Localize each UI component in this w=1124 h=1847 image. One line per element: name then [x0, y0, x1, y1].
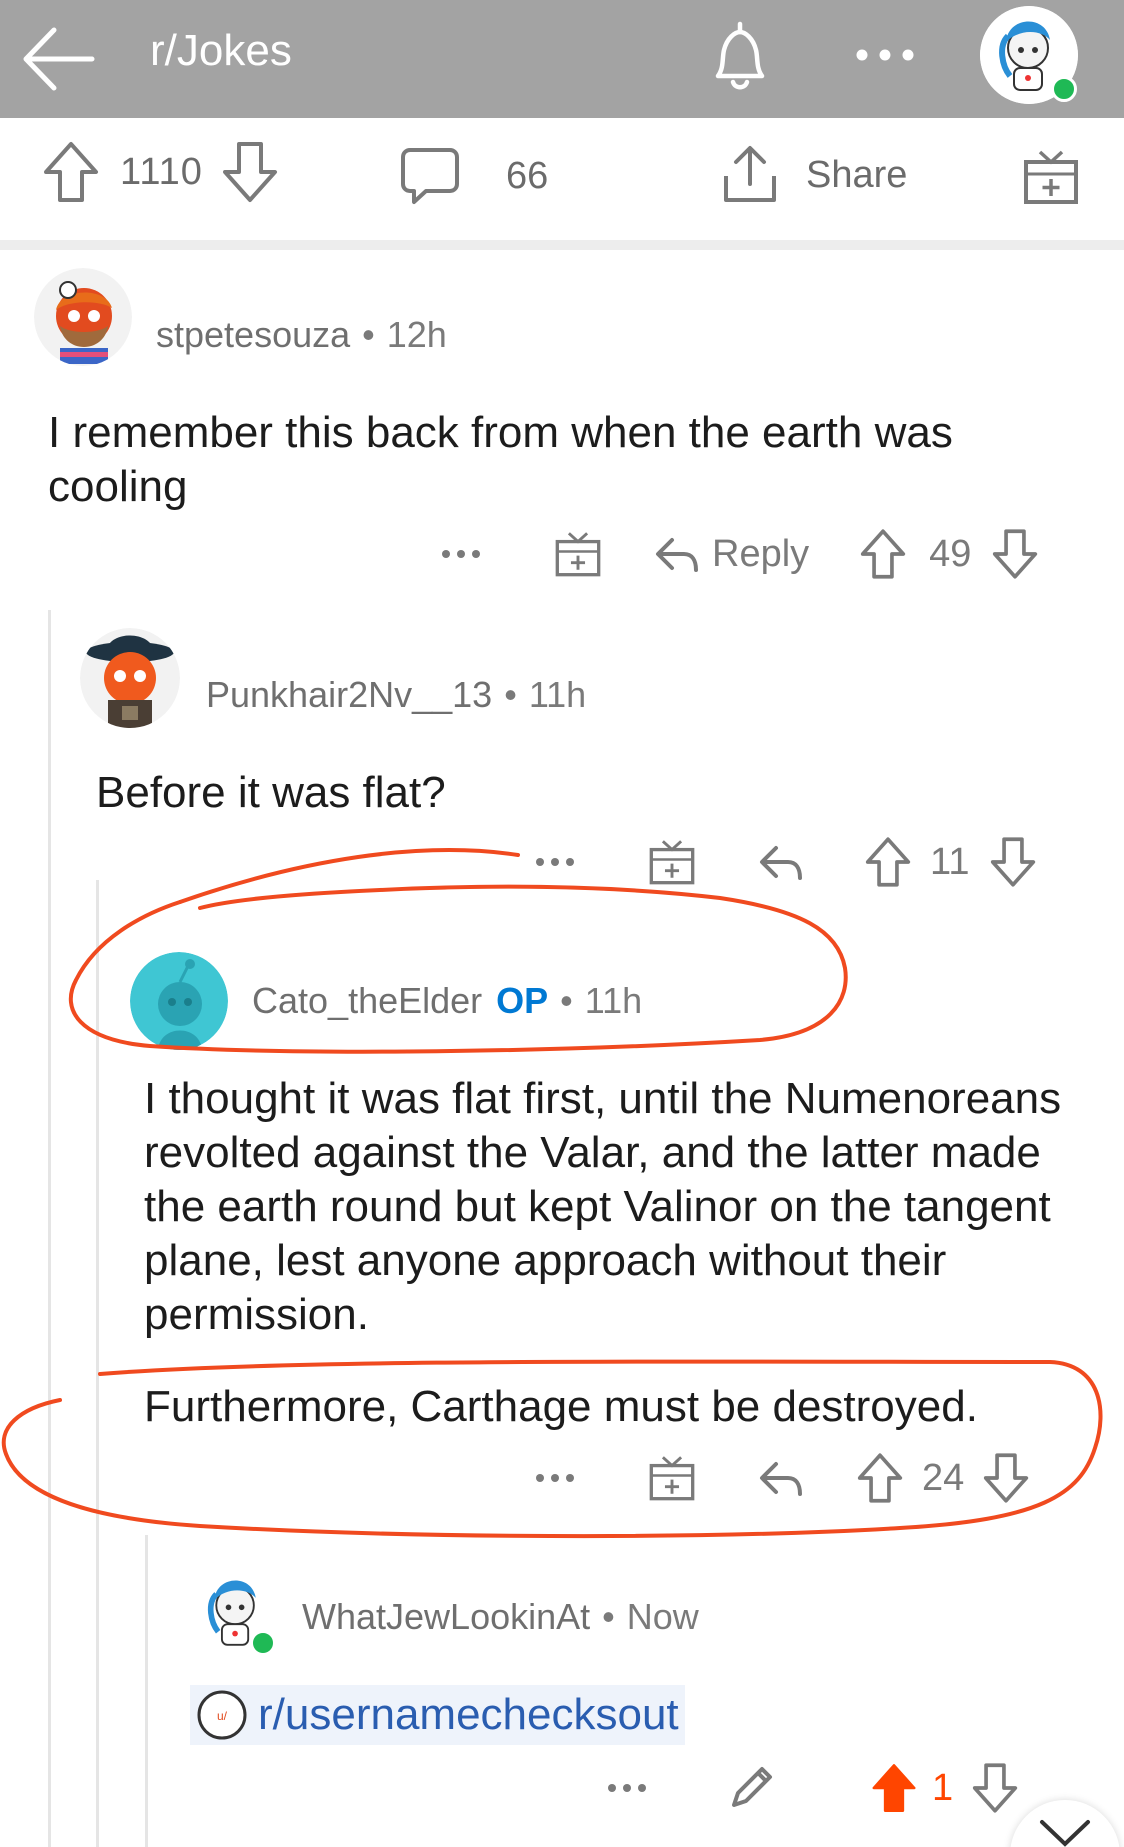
top-bar: r/Jokes	[0, 0, 1124, 118]
more-icon[interactable]	[440, 544, 482, 564]
timestamp: 11h	[584, 980, 643, 1021]
reply-label[interactable]: Reply	[712, 533, 809, 576]
timestamp: 12h	[386, 314, 447, 355]
separator: •	[560, 980, 573, 1021]
comments-button[interactable]: 66	[400, 146, 548, 206]
award-button[interactable]	[1022, 148, 1080, 206]
comment-actions: Reply 49	[440, 528, 1039, 580]
subreddit-link-text[interactable]: r/usernamechecksout	[258, 1690, 679, 1740]
subreddit-link[interactable]: u/ r/usernamechecksout	[190, 1685, 685, 1745]
comment-count: 66	[506, 154, 549, 197]
edit-pencil-icon[interactable]	[726, 1763, 776, 1813]
more-icon[interactable]	[534, 1468, 576, 1488]
gift-icon[interactable]	[554, 530, 602, 578]
comment-meta: WhatJewLookinAt • Now	[302, 1596, 699, 1638]
collapse-button[interactable]	[1010, 1800, 1120, 1847]
online-status-dot	[250, 1630, 276, 1656]
comment-text: I remember this back from when the earth…	[48, 408, 953, 511]
separator: •	[362, 314, 375, 355]
downvote-icon[interactable]	[989, 836, 1037, 888]
comment-text: I thought it was flat first, until the N…	[144, 1074, 1062, 1339]
share-label: Share	[806, 153, 908, 196]
bell-icon[interactable]	[700, 18, 780, 98]
comment-actions: 11	[534, 836, 1037, 888]
upvote-icon[interactable]	[42, 140, 100, 204]
hand-drawn-annotation	[1, 848, 1103, 1539]
comment-meta: Cato_theElder OP • 11h	[252, 980, 642, 1022]
share-button[interactable]: Share	[720, 144, 907, 206]
comment-score: 49	[929, 532, 972, 575]
thread-line	[145, 1535, 148, 1847]
subreddit-title[interactable]: r/Jokes	[150, 26, 292, 76]
comment-text-second-paragraph: Furthermore, Carthage must be destroyed.	[144, 1382, 978, 1431]
comment-actions: 1	[606, 1762, 1019, 1814]
upvote-icon[interactable]	[856, 1452, 904, 1504]
thread-line	[96, 880, 99, 1847]
gift-icon[interactable]	[648, 838, 696, 886]
separator: •	[504, 674, 517, 715]
comment-bubble-icon	[400, 146, 460, 206]
upvote-icon[interactable]	[859, 528, 907, 580]
username[interactable]: WhatJewLookinAt	[302, 1596, 590, 1638]
comment-score: 24	[922, 1456, 965, 1499]
comment-meta: Punkhair2Nv__13 • 11h	[206, 674, 586, 716]
svg-text:u/: u/	[217, 1709, 228, 1723]
more-options-icon[interactable]	[850, 30, 920, 80]
username[interactable]: stpetesouza	[156, 314, 350, 356]
comment-score: 11	[930, 840, 970, 883]
avatar[interactable]	[130, 952, 228, 1050]
reply-icon[interactable]	[654, 534, 700, 574]
subreddit-icon: u/	[196, 1689, 248, 1741]
op-badge: OP	[496, 980, 549, 1021]
back-arrow-icon[interactable]	[22, 22, 96, 96]
thread-line	[48, 610, 51, 1847]
comment-text: Before it was flat?	[96, 768, 446, 817]
username[interactable]: Punkhair2Nv__13	[206, 674, 492, 716]
upvote-active-icon[interactable]	[870, 1762, 918, 1814]
avatar[interactable]	[34, 268, 132, 366]
chevron-down-icon	[1040, 1820, 1090, 1847]
post-score: 1110	[120, 150, 203, 193]
more-icon[interactable]	[606, 1778, 648, 1798]
comment-score: 1	[932, 1766, 954, 1809]
avatar[interactable]	[80, 628, 180, 728]
more-icon[interactable]	[534, 852, 576, 872]
comment-meta: stpetesouza • 12h	[156, 314, 447, 356]
downvote-icon[interactable]	[982, 1452, 1030, 1504]
gift-icon	[1022, 148, 1080, 206]
vote-group: 1110	[42, 140, 279, 204]
timestamp: 11h	[528, 674, 587, 715]
downvote-icon[interactable]	[221, 140, 279, 204]
downvote-icon[interactable]	[991, 528, 1039, 580]
reply-icon[interactable]	[758, 842, 804, 882]
upvote-icon[interactable]	[864, 836, 912, 888]
reply-icon[interactable]	[758, 1458, 804, 1498]
share-icon	[720, 144, 780, 206]
timestamp: Now	[626, 1596, 699, 1637]
section-divider	[0, 240, 1124, 250]
post-action-bar: 1110 66 Share	[0, 118, 1124, 250]
separator: •	[602, 1596, 615, 1637]
online-status-dot	[1051, 76, 1077, 102]
gift-icon[interactable]	[648, 1454, 696, 1502]
comment-actions: 24	[534, 1452, 1030, 1504]
username[interactable]: Cato_theElder	[252, 980, 482, 1022]
